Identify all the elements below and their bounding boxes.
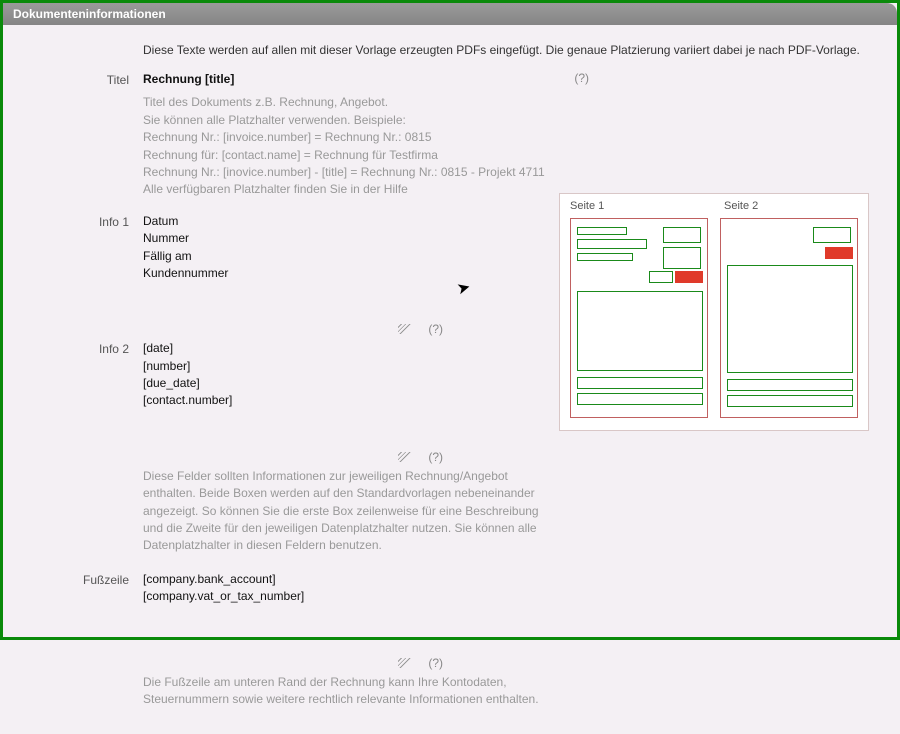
info-description: Diese Felder sollten Informationen zur j… — [143, 468, 543, 555]
preview-block — [663, 247, 701, 269]
info1-line: Datum — [143, 213, 228, 230]
info1-line: Fällig am — [143, 248, 228, 265]
page1-label: Seite 1 — [570, 200, 704, 212]
footer-line: [company.vat_or_tax_number] — [143, 588, 304, 605]
preview-block — [577, 227, 627, 235]
info2-textarea[interactable]: [date] [number] [due_date] [contact.numb… — [143, 340, 232, 410]
preview-block — [577, 291, 703, 371]
title-row: Titel Rechnung [title] (?) — [23, 71, 877, 88]
footer-label: Fußzeile — [23, 571, 143, 587]
footer-description: Die Fußzeile am unteren Rand der Rechnun… — [143, 674, 543, 709]
preview-pages — [570, 218, 858, 418]
title-help-line: Rechnung Nr.: [inovice.number] - [title]… — [143, 164, 563, 181]
info2-footer: (?) — [143, 450, 443, 464]
title-help-line: Rechnung für: [contact.name] = Rechnung … — [143, 147, 563, 164]
title-input[interactable]: Rechnung [title] — [143, 71, 234, 88]
title-help-line: Alle verfügbaren Platzhalter finden Sie … — [143, 181, 563, 198]
pdf-preview-panel: Seite 1 Seite 2 — [559, 193, 869, 431]
resize-handle-icon[interactable] — [398, 658, 412, 668]
title-help-text: Titel des Dokuments z.B. Rechnung, Angeb… — [143, 94, 563, 198]
preview-block — [727, 265, 853, 373]
preview-block-highlight — [825, 247, 853, 259]
resize-handle-icon[interactable] — [398, 324, 412, 334]
preview-headers: Seite 1 Seite 2 — [570, 200, 858, 212]
title-help-line: Rechnung Nr.: [invoice.number] = Rechnun… — [143, 129, 563, 146]
preview-block — [577, 239, 647, 249]
footer-line: [company.bank_account] — [143, 571, 304, 588]
section-header: Dokumenteninformationen — [3, 3, 897, 25]
info1-label: Info 1 — [23, 213, 143, 229]
preview-block — [663, 227, 701, 243]
footer-textarea[interactable]: [company.bank_account] [company.vat_or_t… — [143, 571, 304, 606]
preview-block — [577, 377, 703, 389]
preview-block — [577, 393, 703, 405]
info2-line: [contact.number] — [143, 392, 232, 409]
preview-page-2 — [720, 218, 858, 418]
preview-page-1 — [570, 218, 708, 418]
preview-block — [727, 379, 853, 391]
footer-row: Fußzeile [company.bank_account] [company… — [23, 571, 877, 606]
title-help-line: Titel des Dokuments z.B. Rechnung, Angeb… — [143, 94, 563, 111]
title-help-line: Sie können alle Platzhalter verwenden. B… — [143, 112, 563, 129]
info2-line: [date] — [143, 340, 232, 357]
preview-block — [649, 271, 673, 283]
info1-line: Nummer — [143, 230, 228, 247]
preview-block — [813, 227, 851, 243]
info1-help-icon[interactable]: (?) — [428, 322, 443, 336]
info2-line: [due_date] — [143, 375, 232, 392]
info1-textarea[interactable]: Datum Nummer Fällig am Kundennummer — [143, 213, 228, 283]
info1-footer: (?) — [143, 322, 443, 336]
footer-help-icon[interactable]: (?) — [428, 656, 443, 670]
info2-line: [number] — [143, 358, 232, 375]
section-title: Dokumenteninformationen — [13, 7, 166, 21]
resize-handle-icon[interactable] — [398, 452, 412, 462]
title-help-icon[interactable]: (?) — [574, 71, 589, 85]
info2-label: Info 2 — [23, 340, 143, 356]
preview-block — [727, 395, 853, 407]
info2-help-icon[interactable]: (?) — [428, 450, 443, 464]
preview-block-highlight — [675, 271, 703, 283]
page2-label: Seite 2 — [724, 200, 858, 212]
footer-footer: (?) — [143, 656, 443, 670]
intro-text: Diese Texte werden auf allen mit dieser … — [143, 43, 877, 57]
title-label: Titel — [23, 71, 143, 87]
info1-line: Kundennummer — [143, 265, 228, 282]
preview-block — [577, 253, 633, 261]
